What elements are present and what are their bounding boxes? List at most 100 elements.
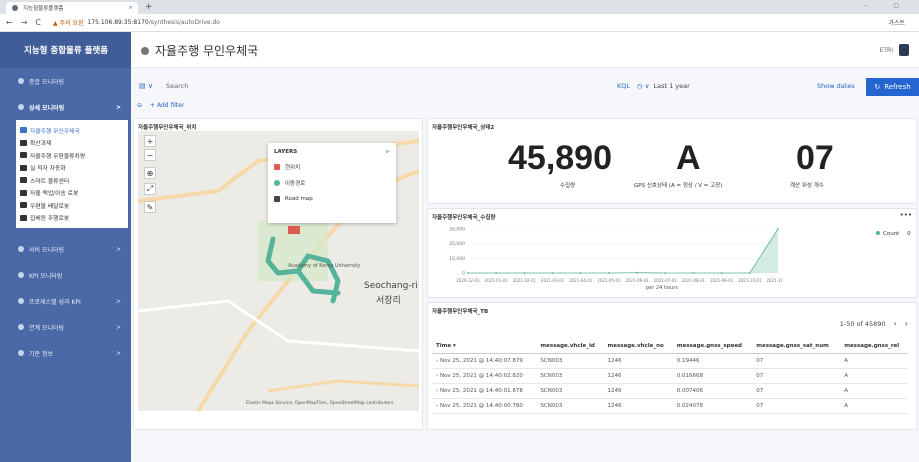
filter-icon: ⊖ <box>137 102 143 109</box>
show-dates-link[interactable]: Show dates <box>817 82 855 90</box>
profile-button[interactable]: 가스트 <box>888 18 905 27</box>
expand-row-icon[interactable]: › <box>436 373 438 379</box>
reload-icon[interactable]: C <box>35 18 41 27</box>
metric-gps-label: GPS 신호상태 (A = 정상 / V = 고장) <box>634 183 723 189</box>
user-menu[interactable]: ETRI <box>880 44 909 56</box>
table-header[interactable]: message.vhcle_id <box>536 339 604 354</box>
url-field[interactable]: 175.106.89.35:8170/synthesis/autoDrive.d… <box>88 19 220 26</box>
x-tick-label: 2021-03-01 <box>541 278 565 283</box>
x-tick-label: 2021-02-01 <box>513 278 537 283</box>
kpi-icon <box>18 272 24 278</box>
table-row[interactable]: › Nov 25, 2021 @ 14:40:00.780 SCN003 1246 0… <box>432 398 908 414</box>
network-icon <box>20 177 27 184</box>
back-icon[interactable]: ← <box>6 18 13 27</box>
map-attribution[interactable]: Elastic Maps Service, OpenMapTiles, Open… <box>246 401 393 406</box>
sidebar-item-overview[interactable]: 종합 모니터링 <box>0 68 131 94</box>
sidebar-item-detail[interactable]: 상세 모니터링 > <box>0 94 131 120</box>
table-cell: 1246 <box>603 398 673 414</box>
layer-label: Road map <box>285 196 313 202</box>
brand-title[interactable]: 지능형 종합물류 플랫폼 <box>0 32 131 68</box>
truck-icon <box>20 139 27 146</box>
table-row[interactable]: › Nov 25, 2021 @ 14:40:01.878 SCN003 1246 0… <box>432 383 908 399</box>
table-cell: A <box>840 353 908 369</box>
table-header-time[interactable]: Time ▾ <box>432 339 537 354</box>
next-page-icon[interactable]: › <box>905 319 908 328</box>
table-header[interactable]: message.gnss_sat_num <box>752 339 841 354</box>
draw-tool-icon[interactable]: ✎ <box>144 201 156 213</box>
status-panel-title: 자율주행무인우체국_상태2 <box>432 125 495 131</box>
fit-bounds-icon[interactable]: ⤢ <box>144 183 156 195</box>
sidebar-item-reference[interactable]: 기준 정보 > <box>0 340 131 366</box>
collapse-layers-icon[interactable]: ⊳ <box>386 149 390 155</box>
saved-query-icon[interactable]: ▤ ∨ <box>139 82 153 90</box>
x-tick-label: 2020-12-01 <box>456 278 480 283</box>
browser-tab-title: 지능형물류플랫폼 <box>23 6 64 12</box>
expand-row-icon[interactable]: › <box>436 358 438 364</box>
map-canvas[interactable]: + − ⊕ ⤢ ✎ LAYERS ⊳ 현위치 이동경로 Road map Seo… <box>138 131 419 411</box>
map-district-label: Seochang-ri <box>364 281 418 291</box>
table-row[interactable]: › Nov 25, 2021 @ 14:40:02.820 SCN003 1246 0… <box>432 368 908 384</box>
table-panel: 자율주행무인우체국_TB 1-50 of 45890 ‹ › Time ▾ mess… <box>427 302 917 430</box>
status-panel: 자율주행무인우체국_상태2 45,890 수집량 A GPS 신호상태 (A =… <box>427 118 917 204</box>
submenu-item[interactable]: 확산과제 <box>16 137 128 150</box>
submenu-item[interactable]: 집배원 주행로봇 <box>16 212 128 225</box>
submenu-item[interactable]: 우편물 배달로봇 <box>16 199 128 212</box>
close-tab-icon[interactable]: × <box>128 5 133 11</box>
data-point <box>467 272 469 274</box>
submenu-item[interactable]: 자율주행 우편물류차량 <box>16 149 128 162</box>
layers-heading: LAYERS <box>274 149 298 155</box>
table-row[interactable]: › Nov 25, 2021 @ 14:40:07.879 SCN003 1246 0… <box>432 353 908 369</box>
submenu-label: 자율주행 우편물류차량 <box>30 153 86 160</box>
data-point <box>608 272 610 274</box>
x-tick-label: 2021-07-01 <box>654 278 678 283</box>
layer-road-map[interactable]: Road map <box>274 191 390 207</box>
x-tick-label: 2021-05-01 <box>597 278 621 283</box>
panel-options-icon[interactable]: ••• <box>900 211 912 219</box>
sidebar-submenu: 자율주행 무인우체국 확산과제 자율주행 우편물류차량 실 적자 자동화 스마트… <box>16 120 128 228</box>
sidebar-item-label: 기준 정보 <box>29 350 53 358</box>
zoom-in-button[interactable]: + <box>144 135 156 147</box>
kql-toggle[interactable]: KQL <box>617 82 630 90</box>
expand-row-icon[interactable]: › <box>436 403 438 409</box>
submenu-item[interactable]: 자율 택업/이송 로봇 <box>16 187 128 200</box>
add-filter[interactable]: ⊖ + Add filter <box>137 102 184 109</box>
security-warning[interactable]: ▲ 주의 요함 <box>53 18 84 27</box>
chevron-right-icon: > <box>115 323 121 331</box>
layer-route[interactable]: 이동경로 <box>274 175 390 191</box>
page-title: 자율주행 무인우체국 <box>141 42 258 59</box>
new-tab-button[interactable]: + <box>145 2 153 12</box>
sidebar-item-kpi[interactable]: KPI 모니터링 <box>0 262 131 288</box>
table-header[interactable]: message.gnss_speed <box>672 339 753 354</box>
browser-tab[interactable]: 지능형물류플랫폼 × <box>6 2 138 14</box>
current-location-marker[interactable] <box>288 226 300 234</box>
chevron-right-icon: > <box>115 349 121 357</box>
submenu-item[interactable]: 자율주행 무인우체국 <box>16 124 128 137</box>
window-controls[interactable]: – ▢ <box>864 2 911 9</box>
sidebar-item-process-kpi[interactable]: 프로세스별 성과 KPI > <box>0 288 131 314</box>
user-avatar-icon <box>899 44 909 56</box>
chart-legend[interactable]: Count 0 <box>876 231 911 237</box>
metric-satellite-value: 07 <box>796 139 834 177</box>
time-picker[interactable]: ◷ ∨ Last 1 year <box>637 82 690 90</box>
layer-swatch <box>274 164 280 170</box>
table-header[interactable]: message.gnss_rel <box>840 339 908 354</box>
sidebar-item-link[interactable]: 연계 모니터링 > <box>0 314 131 340</box>
forward-icon[interactable]: → <box>21 18 28 27</box>
zoom-out-button[interactable]: − <box>144 149 156 161</box>
x-tick-label: 2021-08-01 <box>682 278 706 283</box>
sidebar-item-server[interactable]: 서비 모니터링 > <box>0 236 131 262</box>
table-header[interactable]: message.vhcle_no <box>603 339 673 354</box>
data-point <box>523 272 526 274</box>
submenu-item[interactable]: 실 적자 자동화 <box>16 162 128 175</box>
prev-page-icon[interactable]: ‹ <box>894 319 897 328</box>
map-panel-title: 자율주행무인우체국_위치 <box>138 125 197 131</box>
map-panel: 자율주행무인우체국_위치 + − ⊕ ⤢ ✎ LAYERS ⊳ 현위치 이동경로 <box>133 118 423 430</box>
search-input[interactable]: Search <box>166 82 188 90</box>
compass-icon[interactable]: ⊕ <box>144 167 156 179</box>
collection-chart[interactable]: 30,000 20,000 10,000 02020-12-01 2021-01-01 2… <box>432 223 782 287</box>
expand-row-icon[interactable]: › <box>436 388 438 394</box>
refresh-button[interactable]: ↻ Refresh <box>866 78 919 96</box>
submenu-item[interactable]: 스마트 물류센터 <box>16 174 128 187</box>
layer-current-location[interactable]: 현위치 <box>274 159 390 175</box>
cell-time: Nov 25, 2021 @ 14:40:07.879 <box>439 357 523 364</box>
